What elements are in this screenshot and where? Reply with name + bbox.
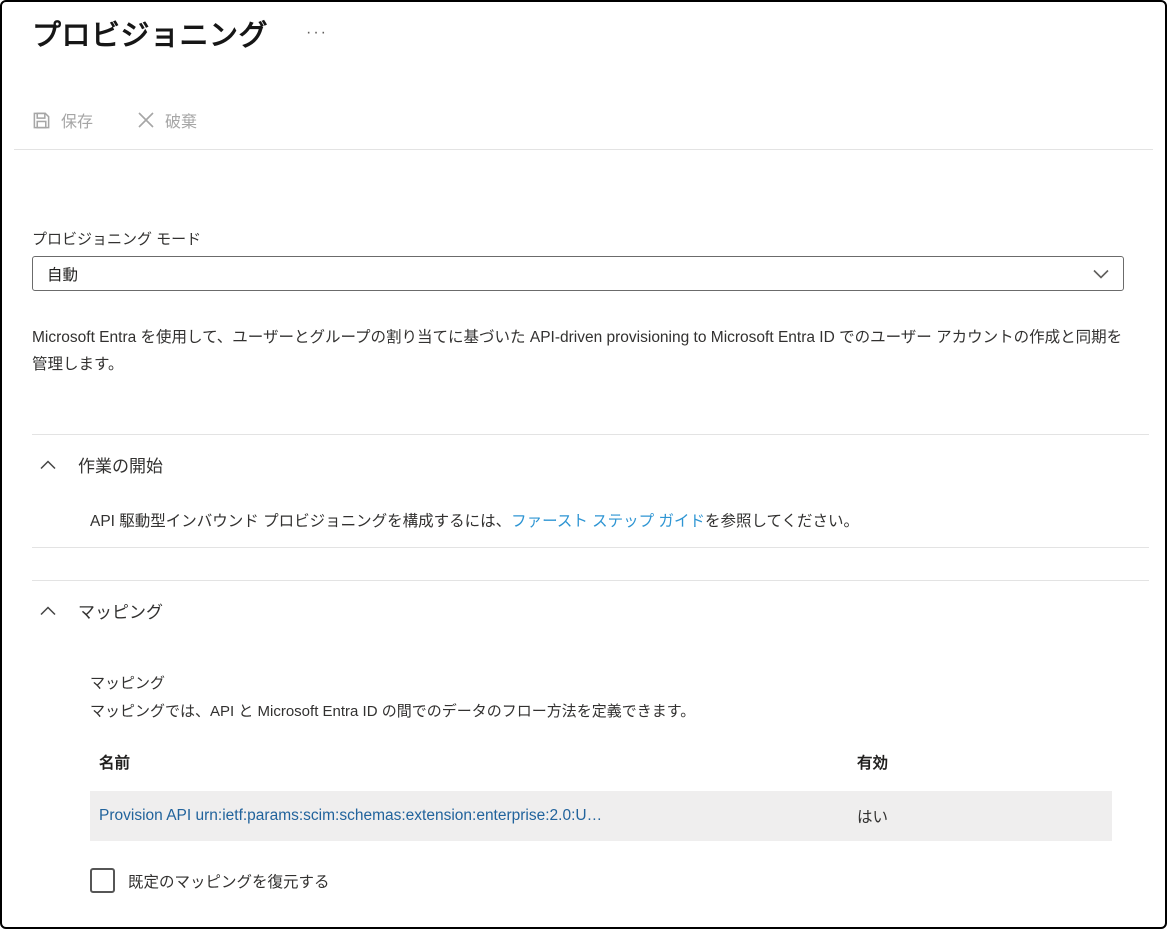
mappings-sub-label: マッピング bbox=[90, 675, 166, 692]
mappings-top-divider bbox=[32, 580, 1149, 581]
table-row[interactable]: Provision API urn:ietf:params:scim:schem… bbox=[90, 791, 1112, 841]
getting-started-section-header[interactable]: 作業の開始 bbox=[32, 452, 1147, 477]
provisioning-mode-label: プロビジョニング モード bbox=[32, 231, 202, 248]
provisioning-page: { "page": { "title": "プロビジョニング", "more_m… bbox=[0, 0, 1167, 929]
first-steps-guide-link[interactable]: ファースト ステップ ガイド bbox=[511, 513, 705, 530]
discard-x-icon bbox=[137, 111, 155, 129]
getting-started-text: API 駆動型インバウンド プロビジョニングを構成するには、ファースト ステップ… bbox=[90, 509, 1147, 531]
mapping-row-enabled: はい bbox=[857, 809, 889, 826]
mappings-section-header[interactable]: マッピング bbox=[32, 598, 1147, 623]
column-header-enabled: 有効 bbox=[857, 755, 889, 772]
page-title: プロビジョニング bbox=[32, 20, 269, 52]
save-button[interactable]: 保存 bbox=[32, 108, 93, 132]
mappings-description: マッピングでは、API と Microsoft Entra ID の間でのデータ… bbox=[90, 703, 696, 720]
intro-description: Microsoft Entra を使用して、ユーザーとグループの割り当てに基づい… bbox=[32, 329, 1123, 373]
restore-defaults-row: 既定のマッピングを復元する bbox=[90, 868, 1147, 893]
chevron-down-icon bbox=[1093, 269, 1109, 279]
command-toolbar: 保存 破棄 bbox=[2, 102, 1165, 138]
getting-started-text-after: を参照してください。 bbox=[704, 513, 860, 530]
section-divider-top bbox=[32, 434, 1149, 435]
save-button-label: 保存 bbox=[61, 114, 94, 131]
column-header-name: 名前 bbox=[99, 755, 131, 772]
discard-button[interactable]: 破棄 bbox=[137, 108, 197, 132]
toolbar-divider bbox=[14, 149, 1153, 150]
table-header-row: 名前 有効 bbox=[90, 751, 1112, 773]
more-menu-icon[interactable]: ··· bbox=[306, 24, 328, 42]
page-header: プロビジョニング ··· bbox=[2, 2, 1165, 54]
getting-started-title: 作業の開始 bbox=[78, 457, 163, 476]
getting-started-text-before: API 駆動型インバウンド プロビジョニングを構成するには、 bbox=[90, 513, 512, 530]
getting-started-bottom-divider bbox=[32, 547, 1149, 548]
chevron-up-icon bbox=[40, 459, 56, 470]
mappings-table: 名前 有効 Provision API urn:ietf:params:scim… bbox=[90, 751, 1112, 841]
save-icon bbox=[32, 111, 51, 130]
mapping-row-name: Provision API urn:ietf:params:scim:schem… bbox=[99, 807, 603, 824]
restore-defaults-label: 既定のマッピングを復元する bbox=[128, 873, 330, 891]
discard-button-label: 破棄 bbox=[165, 114, 198, 131]
chevron-up-icon bbox=[40, 605, 56, 616]
provisioning-mode-value: 自動 bbox=[47, 266, 79, 284]
provisioning-mode-dropdown[interactable]: 自動 bbox=[32, 256, 1124, 291]
restore-defaults-checkbox[interactable] bbox=[90, 868, 115, 893]
mappings-title: マッピング bbox=[78, 603, 163, 622]
